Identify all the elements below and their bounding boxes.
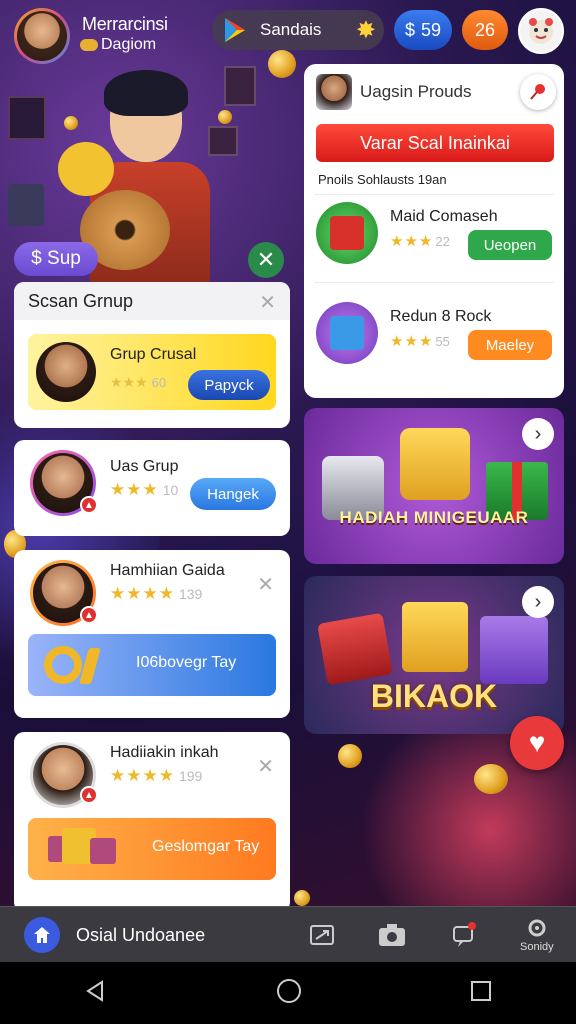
hangek-button[interactable]: Hangek (190, 478, 276, 510)
play-button[interactable]: Papyck (188, 370, 270, 400)
mascot-avatar[interactable] (518, 8, 564, 54)
coin-stack-icon (80, 39, 98, 51)
list-item-title: Hamhiian Gaida (110, 562, 225, 579)
home-circle-icon[interactable] (276, 978, 302, 1009)
close-icon[interactable]: ✕ (259, 290, 276, 315)
avatar (36, 342, 96, 402)
right-panel: Uagsin Prouds Varar Scal Inainkai Pnoils… (304, 64, 564, 398)
list-item-title: Uas Grup (110, 458, 179, 475)
item-title: Redun 8 Rock (390, 308, 492, 325)
group-item[interactable]: Grup Crusal ★★★ 60 Papyck (28, 334, 276, 410)
banner-title: BIKAOK (370, 678, 498, 714)
rating-stars: ★★★ 60 (110, 374, 167, 390)
settings-icon[interactable] (522, 915, 552, 941)
item-title: Maid Comaseh (390, 208, 498, 225)
username: Merrarcinsi (82, 14, 168, 34)
avatar (316, 74, 352, 110)
currency-symbol: $ (404, 19, 415, 40)
list-item[interactable]: ▲ Hadiiakin inkah ★★★★ 199 ✕ Geslomgar Ta… (14, 732, 290, 912)
chevron-right-icon[interactable]: › (522, 586, 554, 618)
list-item[interactable]: ▲ Uas Grup ★★★ 10 Hangek (14, 440, 290, 536)
top-bar: Merrarcinsi Dagiom Sandais ✸ $ 59 26 (0, 0, 576, 64)
user-subtitle-text: Dagiom (101, 36, 157, 53)
close-icon[interactable]: ✕ (257, 754, 274, 779)
home-label: Osial Undoanee (76, 925, 206, 945)
gift-box-icon (316, 302, 378, 364)
shopping-bag-icon (400, 428, 470, 500)
bottom-nav: Osial Undoanee Sonidy (0, 906, 576, 962)
promo-banner[interactable]: › BIKAOK (304, 576, 564, 734)
rating-count: 199 (178, 768, 203, 784)
settings-label: Sonidy (520, 941, 554, 953)
chevron-right-icon[interactable]: › (522, 418, 554, 450)
group-item-title: Grup Crusal (110, 346, 197, 363)
rating-stars: ★★★ 10 (110, 480, 179, 499)
rating-stars: ★★★★ 199 (110, 766, 203, 785)
rating-count: 60 (151, 375, 167, 390)
close-icon[interactable]: ✕ (248, 242, 284, 278)
panel-subtitle: Pnoils Sohlausts 19an (318, 172, 447, 187)
sup-button[interactable]: $ Sup (14, 242, 98, 276)
gift-icon (480, 616, 548, 684)
sparkle-icon: ✸ (355, 17, 376, 44)
gift-box-icon (316, 202, 378, 264)
reward-bar-text: Geslomgar Tay (152, 838, 260, 855)
rating-stars: ★★★ 22 (390, 233, 450, 250)
recents-icon[interactable] (470, 980, 492, 1007)
user-avatar[interactable] (14, 8, 70, 64)
play-store-icon (222, 17, 248, 43)
rating-count: 55 (435, 334, 450, 349)
bear-toy-icon (58, 142, 114, 196)
rating-count: 139 (178, 586, 203, 602)
group-card-title: Scsan Grnup (14, 282, 290, 320)
group-card: Scsan Grnup ✕ Grup Crusal ★★★ 60 Papyck (14, 282, 290, 428)
reward-bar[interactable]: Geslomgar Tay (28, 818, 276, 880)
user-subtitle: Dagiom (80, 36, 156, 54)
rating-count: 22 (435, 234, 450, 249)
money-value: 59 (420, 19, 442, 40)
primary-red-button[interactable]: Varar Scal Inainkai (316, 124, 554, 162)
rating-stars: ★★★★ 139 (110, 584, 203, 603)
maeley-button[interactable]: Maeley (468, 330, 552, 360)
gift-icon (90, 838, 116, 864)
promo-banner[interactable]: › HADIAH MINIGEUAAR (304, 408, 564, 564)
close-icon[interactable]: ✕ (257, 572, 274, 597)
notification-badge: ▲ (80, 606, 98, 624)
panel-title: Uagsin Prouds (360, 82, 472, 101)
store-button[interactable]: Sandais ✸ (212, 10, 384, 50)
notification-badge: ▲ (80, 786, 98, 804)
system-nav-bar (0, 962, 576, 1024)
shopping-bag-icon (8, 184, 44, 226)
notification-badge: ▲ (80, 496, 98, 514)
flight-icon[interactable] (306, 919, 338, 951)
money-counter[interactable]: $ 59 (394, 10, 452, 50)
level-badge[interactable]: 26 (462, 10, 508, 50)
home-icon[interactable] (24, 917, 60, 953)
coin-ring-icon (44, 646, 82, 684)
coin-icon (294, 890, 310, 906)
coin-icon (338, 744, 362, 768)
list-item-title: Hadiiakin inkah (110, 744, 219, 761)
notification-icon[interactable] (448, 919, 480, 951)
pin-icon[interactable] (520, 74, 556, 110)
rating-count: 10 (162, 482, 179, 498)
camera-icon[interactable] (376, 919, 408, 951)
gift-icon (317, 612, 393, 686)
coin-icon (474, 764, 508, 794)
reward-bar-text: I06bovegr Tay (136, 654, 237, 671)
favorite-heart-icon[interactable]: ♥ (510, 716, 564, 770)
open-button[interactable]: Ueopen (468, 230, 552, 260)
reward-bar[interactable]: I06bovegr Tay (28, 634, 276, 696)
gift-icon (402, 602, 468, 672)
banner-title: HADIAH MINIGEUAAR (339, 508, 529, 527)
list-item[interactable]: ▲ Hamhiian Gaida ★★★★ 139 ✕ I06bovegr Tay (14, 550, 290, 718)
store-label: Sandais (260, 20, 322, 39)
back-icon[interactable] (84, 979, 108, 1008)
rating-stars: ★★★ 55 (390, 333, 450, 350)
